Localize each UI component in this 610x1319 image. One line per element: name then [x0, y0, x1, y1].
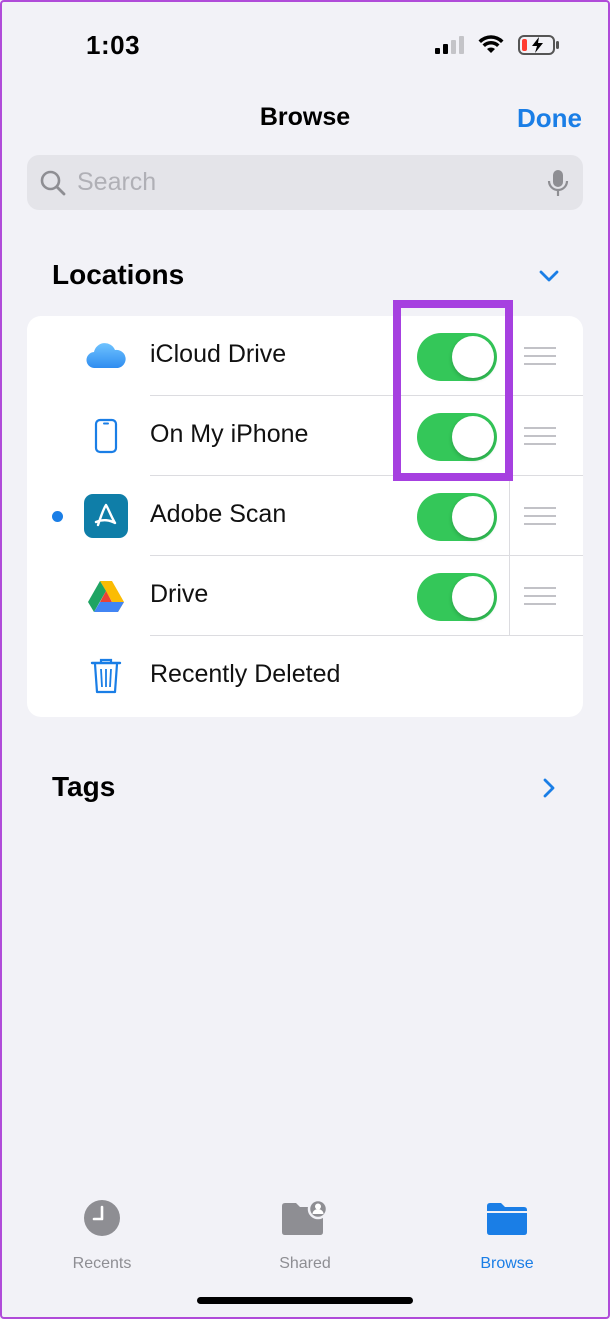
search-icon	[40, 170, 66, 195]
battery-charging-icon	[518, 35, 559, 55]
locations-header: Locations	[52, 259, 185, 290]
tags-header[interactable]: Tags	[52, 771, 115, 803]
unread-dot	[52, 511, 63, 522]
location-label: Adobe Scan	[150, 500, 287, 528]
drive-toggle[interactable]	[417, 573, 497, 621]
done-button[interactable]: Done	[517, 103, 582, 134]
clock-icon	[84, 1200, 120, 1236]
home-indicator	[197, 1297, 413, 1304]
location-label: iCloud Drive	[150, 340, 287, 368]
location-item-recently-deleted[interactable]: Recently Deleted	[27, 636, 583, 716]
iphone-icon	[84, 414, 128, 458]
microphone-icon[interactable]	[547, 168, 569, 198]
location-label: Recently Deleted	[150, 660, 341, 688]
highlight-annotation-box	[393, 300, 513, 481]
cellular-signal-icon	[435, 36, 464, 54]
tab-label: Recents	[72, 1255, 132, 1272]
icloud-icon	[84, 334, 128, 378]
tab-shared[interactable]: Shared	[235, 1198, 375, 1273]
tab-label: Shared	[279, 1255, 331, 1272]
reorder-handle-icon[interactable]	[524, 427, 556, 445]
tab-label: Browse	[480, 1255, 534, 1272]
shared-folder-icon	[282, 1198, 329, 1235]
reorder-handle-icon[interactable]	[524, 587, 556, 605]
status-icons	[435, 34, 560, 56]
location-item-drive[interactable]: Drive	[27, 556, 583, 636]
tab-browse[interactable]: Browse	[437, 1198, 577, 1273]
location-label: Drive	[150, 580, 209, 608]
chevron-down-icon[interactable]	[538, 265, 560, 287]
search-bar[interactable]: Search	[27, 155, 583, 210]
trash-icon	[84, 654, 128, 698]
location-label: On My iPhone	[150, 420, 309, 448]
search-input[interactable]: Search	[77, 168, 547, 197]
adobe-scan-icon	[84, 494, 128, 538]
google-drive-icon	[84, 574, 128, 618]
tab-recents[interactable]: Recents	[32, 1198, 172, 1273]
folder-icon	[487, 1203, 527, 1235]
chevron-right-icon[interactable]	[538, 777, 560, 799]
wifi-icon	[478, 35, 504, 53]
adobe-scan-toggle[interactable]	[417, 493, 497, 541]
location-item-adobe-scan[interactable]: Adobe Scan	[27, 476, 583, 556]
reorder-handle-icon[interactable]	[524, 507, 556, 525]
status-time: 1:03	[86, 30, 141, 60]
reorder-handle-icon[interactable]	[524, 347, 556, 365]
